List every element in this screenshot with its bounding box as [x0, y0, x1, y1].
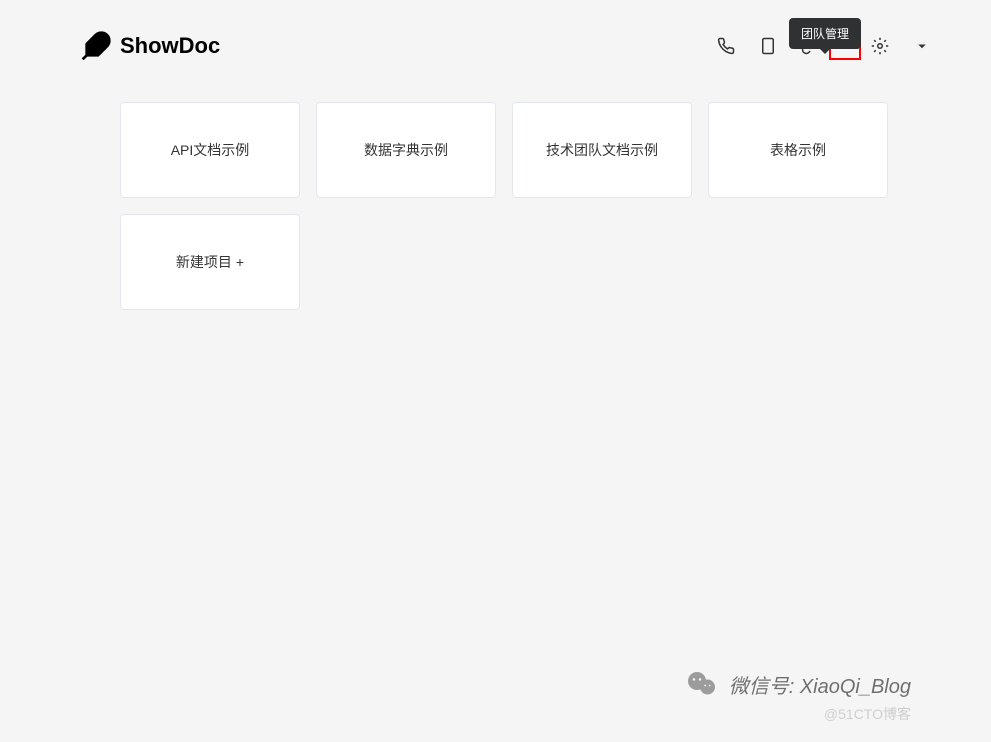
card-label: 表格示例	[770, 140, 826, 160]
card-label: 技术团队文档示例	[546, 140, 658, 160]
new-project-button[interactable]: 新建项目 +	[120, 214, 300, 310]
chevron-down-icon[interactable]	[913, 37, 931, 55]
watermark-wechat: 微信号: XiaoQi_Blog	[685, 666, 911, 702]
logo-area[interactable]: ShowDoc	[80, 30, 220, 62]
gear-icon[interactable]	[871, 37, 889, 55]
watermark-wechat-text: 微信号: XiaoQi_Blog	[729, 670, 911, 699]
project-card-dict[interactable]: 数据字典示例	[316, 102, 496, 198]
new-project-label: 新建项目	[176, 252, 232, 272]
project-card-team[interactable]: 技术团队文档示例	[512, 102, 692, 198]
watermark-cto: @51CTO博客	[824, 704, 911, 724]
logo-text: ShowDoc	[120, 33, 220, 59]
card-label: 数据字典示例	[364, 140, 448, 160]
card-label: API文档示例	[171, 140, 250, 160]
project-grid: API文档示例 数据字典示例 技术团队文档示例 表格示例 新建项目 +	[0, 82, 991, 330]
feather-logo-icon	[80, 30, 112, 62]
plus-icon: +	[236, 254, 244, 270]
phone-icon[interactable]	[717, 37, 735, 55]
project-card-api[interactable]: API文档示例	[120, 102, 300, 198]
project-card-table[interactable]: 表格示例	[708, 102, 888, 198]
tooltip-team-manage: 团队管理	[789, 18, 861, 49]
wechat-icon	[685, 666, 721, 702]
mobile-icon[interactable]	[759, 37, 777, 55]
